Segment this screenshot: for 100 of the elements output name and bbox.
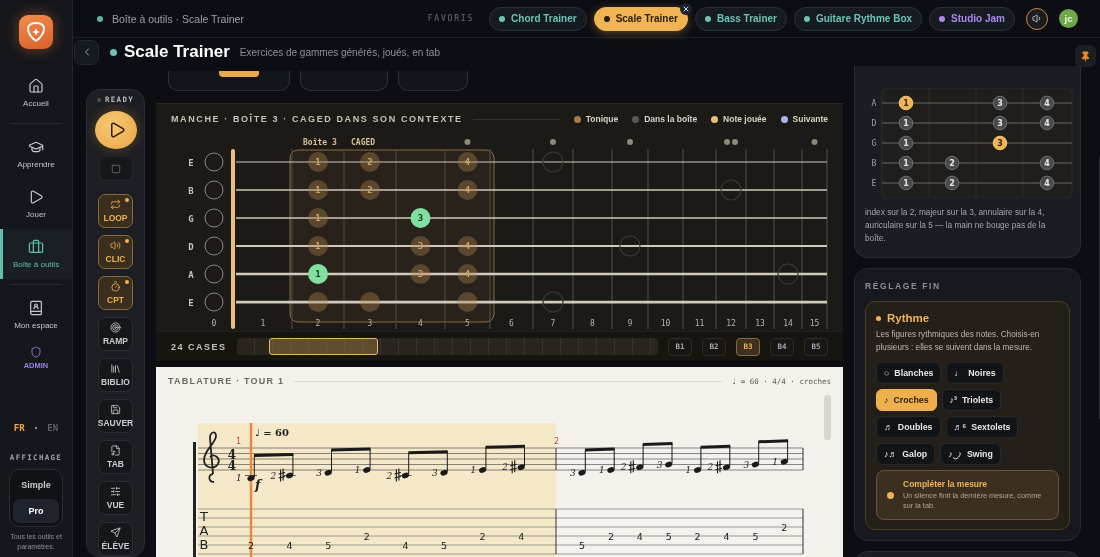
played-note: 3 — [410, 208, 431, 228]
display-mode-option[interactable]: Pro — [13, 499, 59, 523]
rhythm-option[interactable]: ♪³ Triolets — [941, 389, 1002, 411]
rhythm-option[interactable]: ♪ Croches — [876, 389, 937, 411]
open-string-circle[interactable] — [204, 208, 224, 228]
option-label: Galop — [902, 449, 928, 459]
time-signature: 4 4 — [227, 448, 237, 473]
fret-number: 3 — [367, 319, 373, 328]
paper-plane-icon — [110, 527, 121, 538]
display-mode-option[interactable]: Simple — [13, 473, 59, 497]
rhythm-option[interactable]: ♪‿♪ Swing — [940, 443, 1001, 465]
nav-item[interactable]: Jouer — [0, 179, 72, 229]
finger-dot: 2 — [944, 175, 960, 191]
tool-button[interactable]: SAUVER — [98, 399, 133, 433]
fret-marker — [627, 139, 633, 145]
position-window[interactable] — [269, 338, 379, 355]
scrollbar-thumb[interactable] — [824, 395, 831, 440]
favorite-chip[interactable]: Studio Jam — [929, 6, 1015, 31]
tool-button[interactable]: VUE — [98, 481, 133, 515]
toggle-indicator[interactable] — [887, 491, 894, 499]
tool-button[interactable]: TAB — [98, 440, 133, 474]
legend-label: Note jouée — [723, 114, 767, 124]
tab-number: 5 — [752, 530, 759, 542]
favorite-chip[interactable]: Bass Trainer — [694, 6, 787, 31]
sliders-icon — [110, 486, 121, 497]
nav-item[interactable]: Mon espace — [0, 290, 72, 340]
music-file-icon — [110, 445, 121, 456]
section-title: Rythme — [887, 312, 930, 324]
app-logo[interactable] — [19, 15, 53, 49]
favorite-chip[interactable]: Chord Trainer — [489, 6, 587, 31]
tool-button[interactable]: BIBLIO — [98, 358, 133, 392]
option-label: Triolets — [961, 395, 994, 405]
fret-number: 9 — [627, 319, 633, 328]
string-name: E — [188, 297, 194, 308]
finger-dot: 3 — [992, 135, 1008, 151]
play-button[interactable] — [94, 111, 137, 150]
pin-button[interactable] — [1075, 45, 1096, 67]
open-string-circle[interactable] — [204, 292, 224, 312]
finger-number: 3 — [570, 467, 576, 478]
nav-item[interactable]: Apprendre — [0, 129, 72, 179]
close-icon[interactable] — [679, 2, 692, 15]
finger-number: 1 — [772, 456, 779, 467]
position-track[interactable] — [236, 338, 658, 355]
tool-button[interactable]: CLIC — [98, 235, 133, 269]
open-string-circle[interactable] — [204, 264, 224, 284]
rhythm-option[interactable]: ○ Blanches — [876, 362, 942, 384]
finger-dot: 4 — [1039, 95, 1055, 111]
finger-dot: 3 — [992, 95, 1008, 111]
rhythm-option[interactable]: ♩ Noires — [946, 362, 1004, 384]
finger-number: 2 — [386, 470, 393, 481]
favorites-label: FAVORIS — [427, 14, 475, 23]
beam — [584, 447, 615, 452]
fret-number: 8 — [590, 319, 595, 328]
note-symbol: ♬⁶ — [953, 422, 967, 432]
tab-number: 4 — [636, 530, 643, 542]
save-icon — [110, 404, 121, 415]
speaker-icon — [1031, 13, 1043, 24]
fret-number: 12 — [726, 319, 736, 328]
language-option[interactable]: FR — [13, 423, 25, 433]
legend-label: Suivante — [792, 114, 828, 124]
scale-note: 4 — [457, 264, 478, 284]
sound-button[interactable] — [1026, 7, 1048, 30]
nav-item[interactable]: Boîte à outils — [0, 229, 72, 279]
tool-button[interactable]: ÉLÈVE — [98, 522, 133, 556]
rhythm-option[interactable]: ♬⁶ Sextolets — [945, 416, 1019, 438]
rhythm-option[interactable]: ♬ Doubles — [876, 416, 941, 438]
tab-number: 5 — [325, 539, 332, 551]
option-label: Sextolets — [971, 422, 1011, 432]
note-symbol: ○ — [884, 368, 890, 378]
measure-number: 1 — [236, 437, 242, 446]
option-label: Croches — [893, 395, 929, 405]
fret-count-label: 24 CASES — [171, 341, 227, 352]
tab-number: 2 — [694, 530, 701, 542]
speaker-icon — [110, 240, 121, 251]
nav-item[interactable]: Accueil — [0, 68, 72, 118]
house-icon — [28, 78, 44, 94]
favorite-chip[interactable]: Guitare Rythme Box — [793, 6, 923, 31]
cut-off-pill[interactable] — [168, 71, 290, 91]
box-tag: CAGED — [351, 138, 376, 147]
string-name: G — [871, 139, 877, 148]
tool-button[interactable]: LOOP — [98, 194, 133, 228]
string-name: E — [188, 157, 194, 168]
fingering-note: index sur la 2, majeur sur la 3, annulaire sur la 4, auriculaire sur la 5 — la main ne bouge pas de la boîte. — [865, 206, 1047, 245]
active-dot — [125, 280, 129, 284]
play-icon — [108, 121, 126, 140]
rhythm-option[interactable]: ♪♬ Galop — [876, 443, 936, 465]
tab-number: 2 — [363, 530, 370, 542]
tool-button[interactable]: CPT — [98, 276, 133, 310]
played-note: 1 — [308, 264, 328, 284]
scale-note — [308, 292, 328, 312]
option-label: Noires — [968, 368, 996, 378]
finger-number: 1 — [470, 465, 477, 475]
tab-number: 4 — [402, 539, 409, 551]
tool-button[interactable]: RAMP — [98, 317, 133, 351]
open-string-circle[interactable] — [204, 180, 224, 200]
scale-note: 4 — [457, 152, 478, 172]
open-string-circle[interactable] — [204, 236, 224, 256]
string-name: D — [188, 241, 194, 252]
open-string-circle[interactable] — [204, 152, 224, 172]
sharp-icon — [628, 459, 636, 474]
